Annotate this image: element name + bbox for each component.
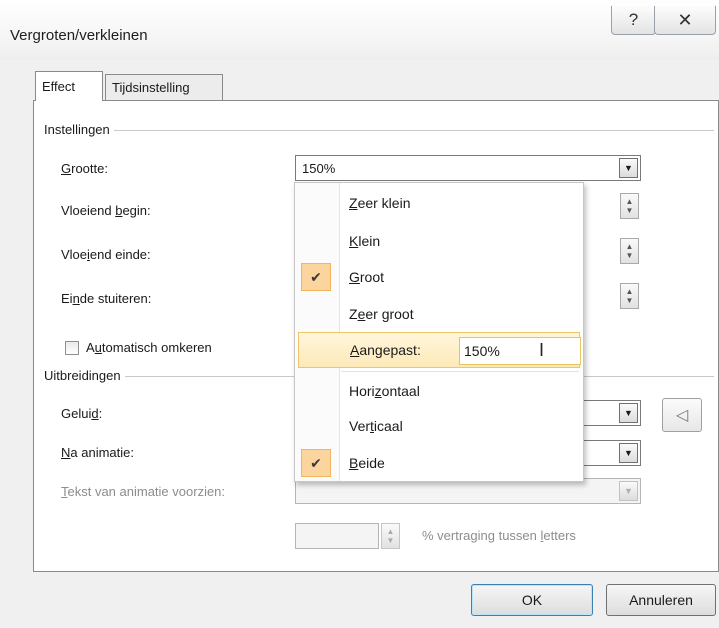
spin-up-icon: ▲ [625, 287, 634, 296]
size-combo[interactable]: 150% ▼ [295, 155, 641, 181]
sound-settings-button[interactable]: ◁ [662, 398, 702, 432]
sound-label: Geluid: [61, 406, 103, 421]
spin-down-icon: ▼ [625, 296, 634, 305]
auto-reverse-label: Automatisch omkeren [86, 340, 212, 355]
sound-combo[interactable]: ▼ [580, 400, 641, 426]
letter-delay-input[interactable] [295, 523, 379, 549]
custom-size-input[interactable]: 150% [459, 337, 581, 365]
check-icon: ✔ [301, 263, 331, 291]
tab-timing[interactable]: Tijdsinstelling [105, 74, 223, 100]
tab-effect[interactable]: Effect [35, 71, 103, 101]
chevron-down-icon: ▼ [624, 163, 633, 173]
spin-down-icon: ▼ [625, 251, 634, 260]
menu-item-label: Klein [349, 233, 381, 249]
menu-item-label: Groot [349, 269, 385, 285]
text-cursor-icon: I [539, 340, 545, 360]
spin-up-icon: ▲ [625, 197, 634, 206]
letter-delay-spinner[interactable]: ▲ ▼ [381, 523, 400, 549]
cancel-button[interactable]: Annuleren [606, 584, 716, 616]
letter-delay-label: % vertraging tussen letters [422, 528, 576, 543]
size-dropdown-menu: Zeer klein Klein ✔ Groot Zeer groot Aang… [294, 182, 584, 482]
bounce-end-spinner[interactable]: ▲ ▼ [620, 283, 639, 309]
speaker-icon: ◁ [675, 407, 689, 424]
menu-item-large[interactable]: ✔ Groot [295, 259, 583, 295]
size-label: Grootte: [61, 161, 108, 176]
menu-item-both[interactable]: ✔ Beide [295, 445, 583, 481]
smooth-end-spinner[interactable]: ▲ ▼ [620, 238, 639, 264]
close-icon: ✕ [677, 9, 693, 30]
after-animation-combo[interactable]: ▼ [580, 440, 641, 466]
chevron-down-icon: ▼ [624, 408, 633, 418]
menu-item-label: Beide [349, 455, 385, 471]
auto-reverse-checkbox[interactable] [65, 341, 79, 355]
after-animation-dropdown-button[interactable]: ▼ [619, 443, 638, 463]
chevron-down-icon: ▼ [624, 448, 633, 458]
tab-effect-label: Effect [42, 79, 76, 94]
animate-text-label: Tekst van animatie voorzien: [61, 484, 226, 499]
settings-group-label: Instellingen [44, 122, 114, 137]
bounce-end-label: Einde stuiteren: [61, 291, 152, 306]
spin-down-icon: ▼ [625, 206, 634, 215]
menu-item-vertical[interactable]: Verticaal [295, 408, 583, 444]
menu-item-very-large[interactable]: Zeer groot [295, 296, 583, 332]
enhancements-group-label: Uitbreidingen [44, 368, 125, 383]
menu-item-horizontal[interactable]: Horizontaal [295, 373, 583, 409]
menu-item-label: Zeer groot [349, 306, 414, 322]
ok-button[interactable]: OK [471, 584, 593, 616]
window-title: Vergroten/verkleinen [10, 27, 148, 44]
tab-timing-label: Tijdsinstelling [112, 80, 190, 95]
menu-item-custom[interactable]: Aangepast: 150% I [298, 332, 581, 368]
menu-item-small[interactable]: Klein [295, 223, 583, 259]
smooth-end-label: Vloeiend einde: [61, 247, 151, 262]
menu-item-label: Zeer klein [349, 195, 411, 211]
spin-up-icon: ▲ [625, 242, 634, 251]
help-button[interactable]: ? [611, 6, 656, 35]
menu-separator [341, 371, 579, 372]
menu-item-label: Horizontaal [349, 383, 420, 399]
after-animation-label: Na animatie: [61, 445, 134, 460]
size-combo-value: 150% [302, 160, 336, 176]
size-dropdown-button[interactable]: ▼ [619, 158, 638, 178]
settings-group-line [44, 130, 714, 131]
menu-item-label: Aangepast: [350, 342, 421, 358]
help-icon: ? [628, 10, 639, 29]
spin-down-icon: ▼ [386, 536, 395, 545]
chevron-down-icon: ▼ [624, 486, 633, 496]
animate-text-dropdown-button[interactable]: ▼ [619, 481, 638, 501]
check-icon: ✔ [301, 449, 331, 477]
menu-item-label: Verticaal [349, 418, 403, 434]
close-button[interactable]: ✕ [654, 6, 716, 35]
spin-up-icon: ▲ [386, 527, 395, 536]
sound-dropdown-button[interactable]: ▼ [619, 403, 638, 423]
menu-item-very-small[interactable]: Zeer klein [295, 185, 583, 221]
smooth-start-spinner[interactable]: ▲ ▼ [620, 193, 639, 219]
smooth-start-label: Vloeiend begin: [61, 203, 151, 218]
